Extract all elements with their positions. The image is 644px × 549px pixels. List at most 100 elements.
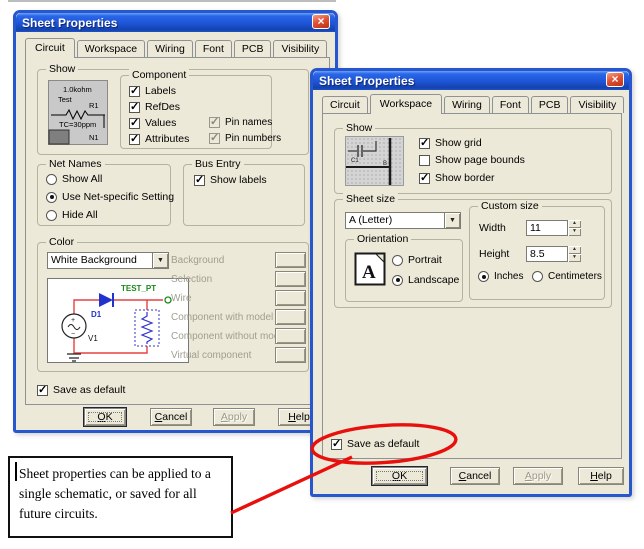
workspace-show-group: Show C1 B Show grid: [334, 128, 612, 194]
front-tab-visibility[interactable]: Visibility: [570, 96, 624, 113]
front-tab-circuit[interactable]: Circuit: [322, 96, 368, 113]
checkbox-label: Attributes: [145, 133, 189, 145]
background-label: Background: [171, 255, 224, 266]
checkbox-icon: [129, 134, 140, 145]
radio-icon: [46, 174, 57, 185]
chevron-down-icon[interactable]: [444, 213, 460, 228]
checkbox-label: Save as default: [53, 384, 125, 396]
back-tab-wiring[interactable]: Wiring: [147, 40, 193, 57]
front-tab-pcb[interactable]: PCB: [531, 96, 569, 113]
front-save-as-default-checkbox[interactable]: Save as default: [331, 438, 419, 450]
back-tab-circuit[interactable]: Circuit: [25, 38, 75, 58]
front-ok-button[interactable]: OK: [372, 467, 427, 485]
height-spinner[interactable]: ▲▼: [568, 246, 581, 262]
pin-names-checkbox: Pin names: [209, 117, 272, 128]
screenshot-stage: Sheet Properties Circuit Workspace Wirin…: [0, 0, 644, 549]
svg-text:R1: R1: [89, 101, 99, 110]
sheet-size-group: Sheet size A (Letter) Orientation A Port…: [334, 199, 612, 308]
wire-color-button: [275, 290, 306, 306]
selection-color-button: [275, 271, 306, 287]
checkbox-icon: [419, 173, 430, 184]
grid-preview: C1 B: [345, 136, 404, 186]
show-labels-checkbox[interactable]: Show labels: [194, 174, 267, 186]
checkbox-label: Show page bounds: [435, 154, 525, 166]
front-tab-page: Show C1 B Show grid: [322, 113, 622, 459]
checkbox-icon: [194, 175, 205, 186]
svg-text:+: +: [71, 317, 75, 324]
component-without-model-label: Component without model: [171, 331, 287, 342]
back-tab-workspace[interactable]: Workspace: [77, 40, 145, 57]
checkbox-icon: [129, 102, 140, 113]
portrait-radio[interactable]: Portrait: [392, 254, 442, 266]
back-tab-font[interactable]: Font: [195, 40, 232, 57]
circuit-color-preview: TEST_PT D1 + − V1: [47, 278, 189, 363]
svg-text:TEST_PT: TEST_PT: [121, 284, 156, 293]
component-group: Component Labels RefDes Values: [120, 75, 272, 149]
checkbox-label: Show border: [435, 172, 495, 184]
width-label: Width: [479, 222, 506, 234]
back-tab-strip: Circuit Workspace Wiring Font PCB Visibi…: [25, 38, 329, 57]
show-grid-checkbox[interactable]: Show grid: [419, 137, 482, 149]
front-tab-font[interactable]: Font: [492, 96, 529, 113]
show-page-bounds-checkbox[interactable]: Show page bounds: [419, 154, 525, 166]
svg-text:V1: V1: [88, 334, 98, 343]
back-title-bar[interactable]: Sheet Properties: [16, 13, 335, 32]
back-tab-page: Show 1.0kohm Test R1 TC=30ppm N1 Compone…: [25, 57, 330, 405]
checkbox-label: Labels: [145, 85, 176, 97]
component-preview: 1.0kohm Test R1 TC=30ppm N1: [48, 80, 108, 145]
refdes-checkbox[interactable]: RefDes: [129, 101, 180, 113]
color-scheme-dropdown[interactable]: White Background: [47, 252, 169, 269]
svg-text:TC=30ppm: TC=30ppm: [59, 120, 96, 129]
bus-entry-group: Bus Entry Show labels: [183, 164, 305, 226]
chevron-down-icon[interactable]: [152, 253, 168, 268]
top-crop-artifact: [8, 0, 336, 2]
width-spinner[interactable]: ▲▼: [568, 220, 581, 236]
back-window-title: Sheet Properties: [16, 16, 117, 30]
checkbox-icon: [419, 138, 430, 149]
checkbox-label: Values: [145, 117, 176, 129]
front-window-title: Sheet Properties: [313, 74, 414, 88]
net-names-group-label: Net Names: [46, 158, 105, 171]
front-cancel-button[interactable]: Cancel: [450, 467, 500, 485]
height-label: Height: [479, 248, 509, 260]
inches-radio[interactable]: Inches: [478, 271, 523, 282]
dropdown-value: White Background: [48, 253, 152, 268]
radio-icon: [46, 192, 57, 203]
back-close-button[interactable]: [312, 14, 330, 29]
svg-text:C1: C1: [351, 158, 359, 164]
hide-all-radio[interactable]: Hide All: [46, 209, 98, 221]
front-help-button[interactable]: Help: [578, 467, 624, 485]
back-tab-pcb[interactable]: PCB: [234, 40, 272, 57]
values-checkbox[interactable]: Values: [129, 117, 176, 129]
radio-icon: [46, 210, 57, 221]
landscape-radio[interactable]: Landscape: [392, 274, 459, 286]
net-names-group: Net Names Show All Use Net-specific Sett…: [37, 164, 171, 226]
front-apply-button: Apply: [513, 467, 563, 485]
sheet-size-dropdown[interactable]: A (Letter): [345, 212, 461, 229]
radio-label: Hide All: [62, 209, 98, 221]
labels-checkbox[interactable]: Labels: [129, 85, 176, 97]
height-input[interactable]: [526, 246, 568, 262]
front-title-bar[interactable]: Sheet Properties: [313, 71, 629, 90]
back-tab-visibility[interactable]: Visibility: [273, 40, 327, 57]
component-group-label: Component: [129, 69, 189, 82]
use-net-specific-radio[interactable]: Use Net-specific Setting: [46, 191, 174, 203]
back-ok-button[interactable]: OK: [84, 408, 126, 426]
attributes-checkbox[interactable]: Attributes: [129, 133, 189, 145]
back-save-as-default-checkbox[interactable]: Save as default: [37, 384, 125, 396]
show-all-radio[interactable]: Show All: [46, 173, 102, 185]
front-tab-wiring[interactable]: Wiring: [444, 96, 490, 113]
front-close-button[interactable]: [606, 72, 624, 87]
centimeters-radio[interactable]: Centimeters: [532, 271, 602, 282]
show-border-checkbox[interactable]: Show border: [419, 172, 495, 184]
front-tab-workspace[interactable]: Workspace: [370, 94, 442, 114]
checkbox-label: Show labels: [210, 174, 267, 186]
svg-text:N1: N1: [89, 133, 99, 142]
radio-label: Show All: [62, 173, 102, 185]
back-cancel-button[interactable]: Cancel: [150, 408, 192, 426]
checkbox-label: RefDes: [145, 101, 180, 113]
component-with-model-label: Component with model: [171, 312, 273, 323]
width-input[interactable]: [526, 220, 568, 236]
color-group: Color White Background TEST_PT D1 +: [37, 242, 309, 372]
sheet-properties-dialog-circuit: Sheet Properties Circuit Workspace Wirin…: [13, 10, 338, 433]
